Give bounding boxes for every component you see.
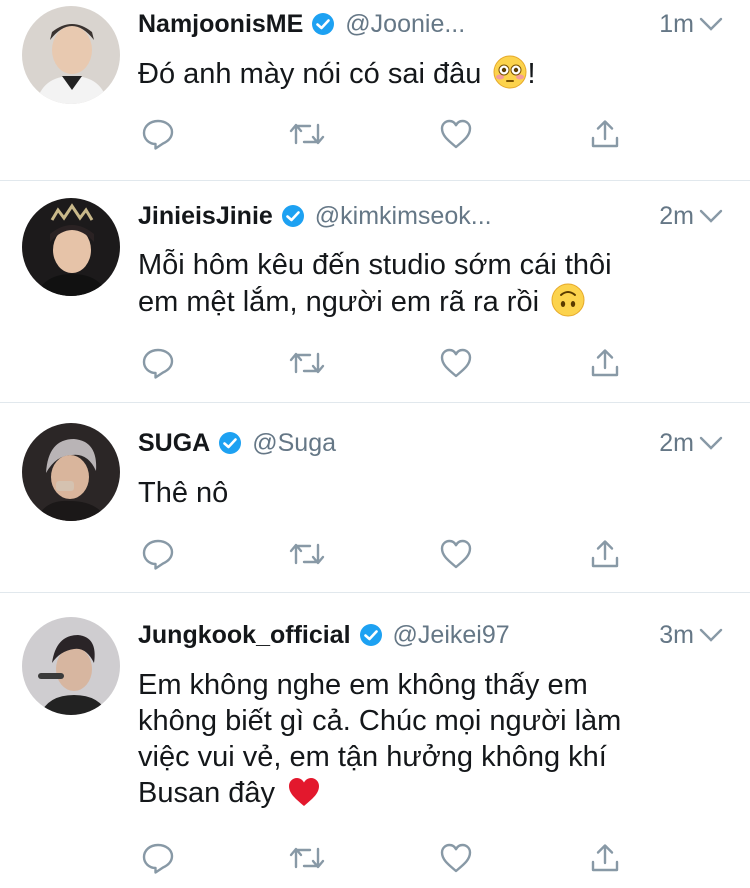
user-name[interactable]: SUGA — [138, 429, 210, 458]
user-handle[interactable]: @Jeikei97 — [393, 621, 510, 650]
like-button[interactable] — [436, 536, 476, 572]
tweet-actions — [138, 345, 619, 381]
upside-down-face-icon — [551, 283, 585, 317]
tweet[interactable]: SUGA @Suga 2m Thê nô — [0, 403, 750, 591]
verified-badge-icon — [359, 624, 382, 646]
avatar[interactable] — [22, 198, 120, 296]
retweet-icon — [289, 123, 325, 145]
tweet-header: JinieisJinie @kimkimseok... — [138, 198, 492, 234]
heart-icon — [440, 119, 472, 149]
tweet-text-line: Mỗi hôm kêu đến studio sớm cái thôi — [138, 249, 612, 281]
tweet-text-trailing: ! — [527, 58, 536, 90]
tweet-text-line: Đó anh mày nói có sai đâu — [138, 58, 482, 90]
heart-icon — [440, 348, 472, 378]
share-icon — [591, 120, 619, 148]
tweet-actions — [138, 840, 619, 876]
verified-badge-icon — [312, 13, 335, 35]
tweet-text-line: em mệt lắm, người em rã ra rồi — [138, 286, 540, 318]
tweet-text-line: không biết gì cả. Chúc mọi người làm — [138, 705, 622, 737]
user-name[interactable]: JinieisJinie — [138, 202, 273, 231]
reply-button[interactable] — [138, 840, 178, 876]
tweet-text: Mỗi hôm kêu đến studio sớm cái thôi em m… — [138, 247, 612, 320]
tweet-header: SUGA @Suga — [138, 425, 336, 461]
avatar[interactable] — [22, 423, 120, 521]
share-button[interactable] — [585, 536, 625, 572]
tweet[interactable]: Jungkook_official @Jeikei97 3m Em không … — [0, 593, 750, 888]
reply-icon — [142, 119, 174, 150]
verified-badge-icon — [281, 205, 304, 227]
verified-badge-icon — [219, 432, 242, 454]
reply-button[interactable] — [138, 116, 178, 152]
avatar[interactable] — [22, 6, 120, 104]
user-name[interactable]: Jungkook_official — [138, 621, 351, 650]
like-button[interactable] — [436, 345, 476, 381]
retweet-button[interactable] — [287, 840, 327, 876]
chevron-down-icon[interactable] — [698, 425, 724, 461]
retweet-icon — [289, 352, 325, 374]
retweet-button[interactable] — [287, 116, 327, 152]
tweet-text-line: việc vui vẻ, em tận hưởng không khí — [138, 741, 607, 773]
user-name[interactable]: NamjoonisME — [138, 10, 303, 39]
tweet-header: Jungkook_official @Jeikei97 — [138, 617, 510, 653]
user-handle[interactable]: @Suga — [252, 429, 336, 458]
reply-button[interactable] — [138, 345, 178, 381]
tweet-timestamp[interactable]: 2m — [659, 425, 694, 461]
tweet-text-line: Busan đây — [138, 777, 276, 809]
chevron-down-icon[interactable] — [698, 617, 724, 653]
reply-icon — [142, 843, 174, 874]
chevron-down-icon[interactable] — [698, 198, 724, 234]
reply-icon — [142, 348, 174, 379]
user-handle[interactable]: @Joonie... — [345, 10, 465, 39]
tweet-text-line: Em không nghe em không thấy em — [138, 669, 588, 701]
share-button[interactable] — [585, 840, 625, 876]
tweet-timestamp[interactable]: 3m — [659, 617, 694, 653]
tweet-text: Đó anh mày nói có sai đâu ! — [138, 55, 536, 92]
retweet-icon — [289, 543, 325, 565]
tweet-text-line: Thê nô — [138, 477, 229, 509]
tweet-actions — [138, 536, 619, 572]
tweet[interactable]: NamjoonisME @Joonie... 1m Đó anh mày nói… — [0, 0, 750, 180]
retweet-button[interactable] — [287, 536, 327, 572]
tweet[interactable]: JinieisJinie @kimkimseok... 2m Mỗi hôm k… — [0, 181, 750, 401]
like-button[interactable] — [436, 116, 476, 152]
share-icon — [591, 349, 619, 377]
share-icon — [591, 844, 619, 872]
tweet-actions — [138, 116, 619, 152]
flushed-face-icon — [493, 55, 527, 89]
tweet-text: Em không nghe em không thấy em không biế… — [138, 667, 621, 811]
tweet-text: Thê nô — [138, 475, 228, 511]
reply-button[interactable] — [138, 536, 178, 572]
reply-icon — [142, 539, 174, 570]
heart-icon — [440, 539, 472, 569]
tweet-timestamp[interactable]: 2m — [659, 198, 694, 234]
share-button[interactable] — [585, 116, 625, 152]
chevron-down-icon[interactable] — [698, 6, 724, 42]
heart-icon — [440, 843, 472, 873]
red-heart-icon — [289, 778, 320, 806]
share-button[interactable] — [585, 345, 625, 381]
avatar[interactable] — [22, 617, 120, 715]
retweet-button[interactable] — [287, 345, 327, 381]
tweet-timestamp[interactable]: 1m — [659, 6, 694, 42]
like-button[interactable] — [436, 840, 476, 876]
share-icon — [591, 540, 619, 568]
retweet-icon — [289, 847, 325, 869]
tweet-header: NamjoonisME @Joonie... — [138, 6, 465, 42]
user-handle[interactable]: @kimkimseok... — [315, 202, 492, 231]
